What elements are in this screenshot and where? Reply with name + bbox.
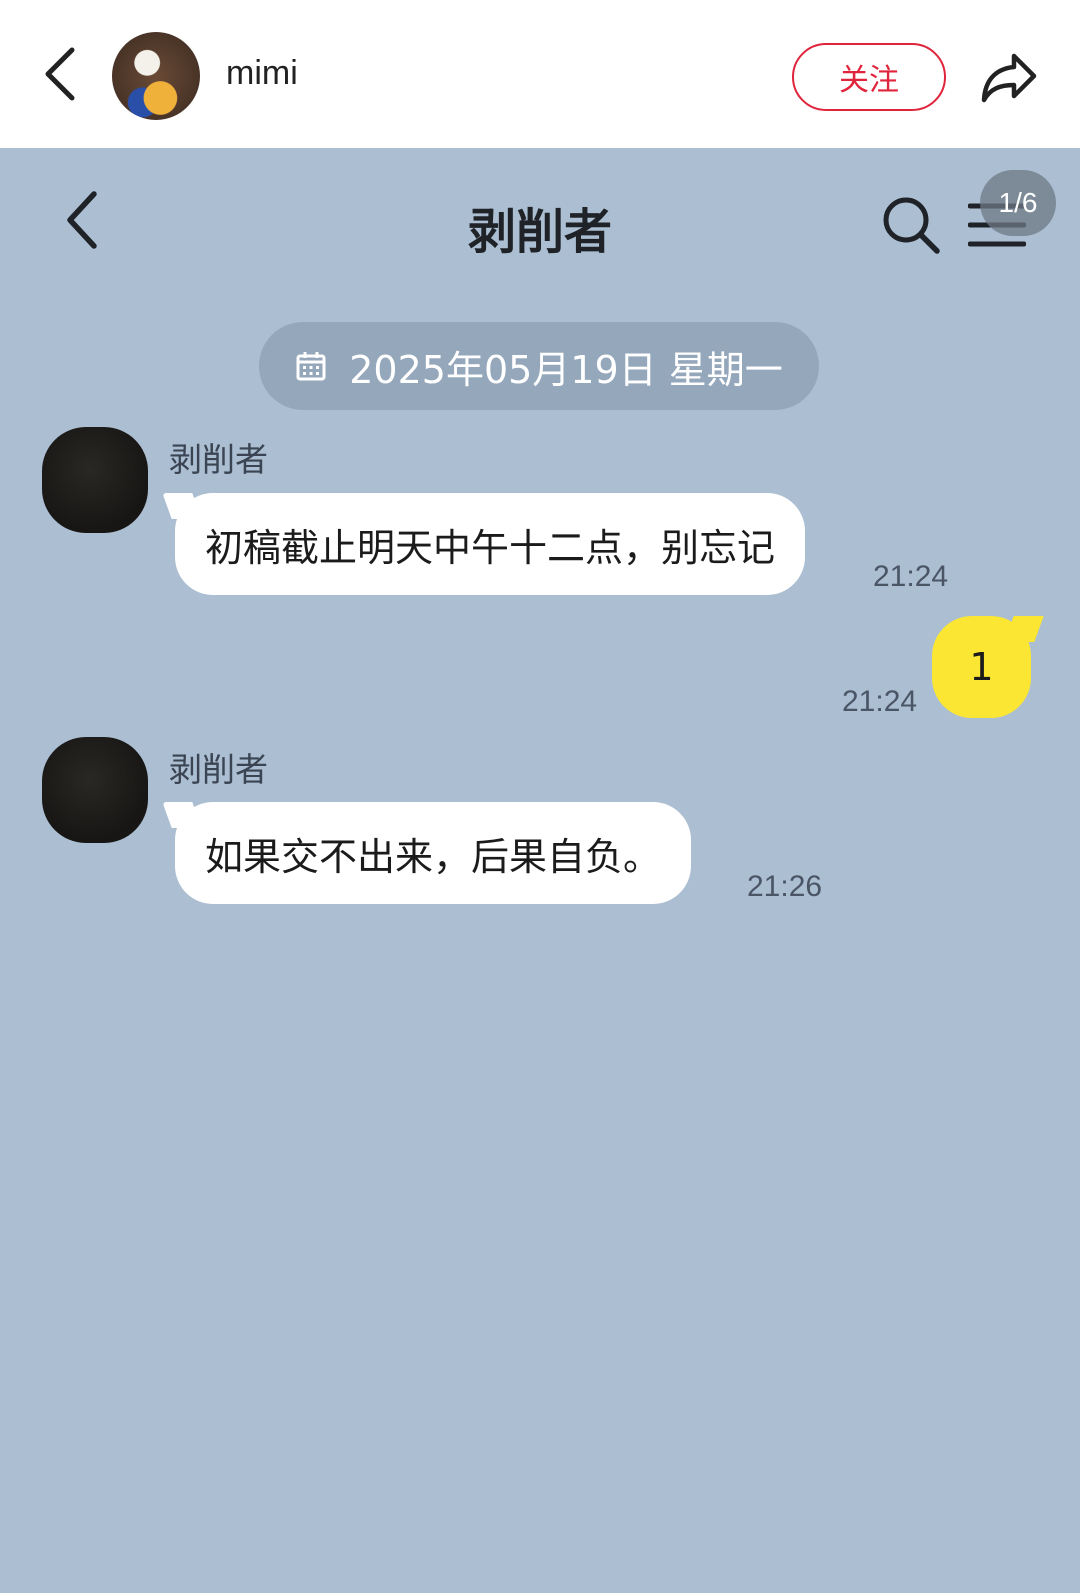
sender-avatar[interactable] [42, 427, 148, 533]
share-icon[interactable] [980, 48, 1038, 104]
message-time: 21:24 [873, 560, 949, 593]
follow-button[interactable]: 关注 [792, 43, 946, 111]
calendar-icon [296, 352, 326, 381]
username[interactable]: mimi [226, 54, 298, 93]
sender-name: 剥削者 [169, 440, 268, 479]
sender-name: 剥削者 [169, 750, 268, 789]
back-arrow-icon[interactable] [38, 44, 82, 104]
date-divider: 2025年05月19日 星期一 [259, 322, 819, 410]
message-bubble[interactable]: 初稿截止明天中午十二点，别忘记 [175, 493, 806, 595]
avatar[interactable] [112, 32, 200, 120]
page-indicator-badge: 1/6 [980, 170, 1056, 236]
message-time: 21:26 [747, 870, 823, 903]
message-bubble[interactable]: 如果交不出来，后果自负。 [175, 802, 692, 904]
message-time: 21:24 [842, 685, 918, 718]
my-message-bubble[interactable]: 1 [932, 616, 1031, 718]
profile-top-bar: mimi 关注 [0, 0, 1080, 148]
date-label: 2025年05月19日 星期一 [349, 347, 783, 392]
search-icon[interactable] [880, 194, 942, 256]
sender-avatar[interactable] [42, 737, 148, 843]
